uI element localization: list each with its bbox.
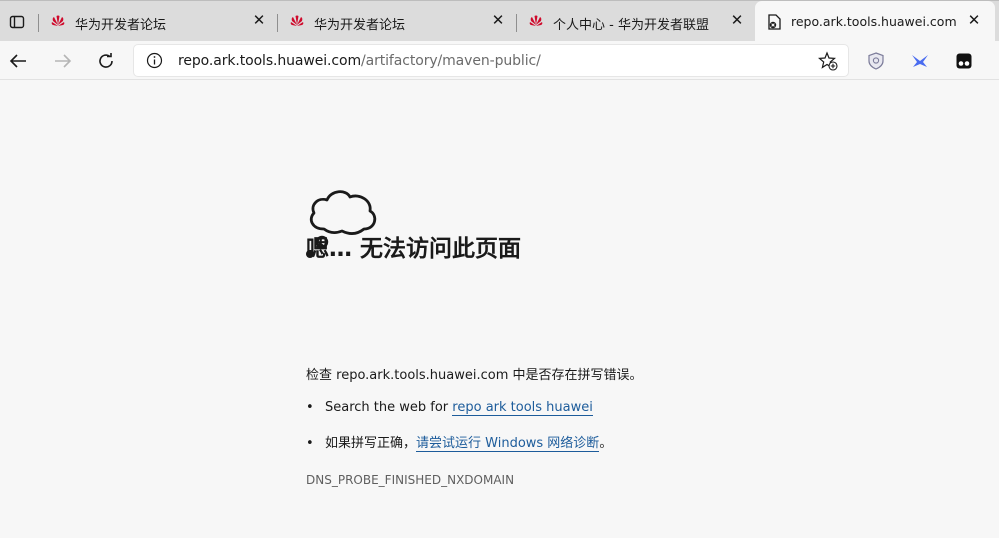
tab-close-button[interactable]: ✕ xyxy=(967,13,981,28)
refresh-icon xyxy=(99,53,113,68)
bullet-dot: • xyxy=(306,436,314,451)
tab-repo-active[interactable]: repo.ark.tools.huawei.com ✕ xyxy=(755,1,995,42)
diagnostics-suffix: 。 xyxy=(599,436,613,451)
search-web-link[interactable]: repo ark tools huawei xyxy=(452,400,593,416)
tab-personal-center[interactable]: 个人中心 - 华为开发者联盟 ✕ xyxy=(516,1,756,42)
url-text[interactable]: repo.ark.tools.huawei.com/artifactory/ma… xyxy=(178,53,541,69)
extension-bird-button[interactable] xyxy=(910,51,930,71)
huawei-logo-icon xyxy=(529,15,543,26)
tab-close-button[interactable]: ✕ xyxy=(252,13,266,28)
bird-icon xyxy=(912,55,928,67)
error-page-icon xyxy=(768,14,781,30)
diagnostics-suggestion: • 如果拼写正确，请尝试运行 Windows 网络诊断。 xyxy=(306,432,613,452)
tab-title: 个人中心 - 华为开发者联盟 xyxy=(553,18,709,33)
tab-actions-icon xyxy=(9,15,25,28)
error-code: DNS_PROBE_FINISHED_NXDOMAIN xyxy=(306,473,515,487)
url-host: repo.ark.tools.huawei.com xyxy=(178,53,361,69)
url-path: /artifactory/maven-public/ xyxy=(361,53,541,69)
tab-huawei-forum-2[interactable]: 华为开发者论坛 ✕ xyxy=(277,1,517,42)
tab-separator xyxy=(277,14,278,32)
tab-actions-button[interactable] xyxy=(0,1,34,42)
tab-huawei-forum-1[interactable]: 华为开发者论坛 ✕ xyxy=(38,1,278,42)
search-suggestion: • Search the web for repo ark tools huawe… xyxy=(306,400,593,416)
tab-close-button[interactable]: ✕ xyxy=(730,13,744,28)
add-favorite-icon[interactable] xyxy=(818,51,838,71)
forward-button[interactable] xyxy=(50,48,76,74)
tab-separator xyxy=(516,14,517,32)
tampermonkey-icon xyxy=(956,53,972,69)
reload-button[interactable] xyxy=(93,48,119,74)
diagnostics-prefix: 如果拼写正确， xyxy=(325,436,417,451)
check-spelling-text: 检查 repo.ark.tools.huawei.com 中是否存在拼写错误。 xyxy=(306,368,643,383)
arrow-right-icon xyxy=(55,54,72,68)
tab-title: 华为开发者论坛 xyxy=(75,18,167,33)
tab-strip: 华为开发者论坛 ✕ 华为开发者论坛 ✕ 个人中心 - 华为开发者联盟 ✕ rep… xyxy=(0,0,999,42)
bullet-dot: • xyxy=(306,400,314,415)
tab-title: repo.ark.tools.huawei.com xyxy=(791,14,957,29)
arrow-left-icon xyxy=(9,54,26,68)
huawei-logo-icon xyxy=(51,15,65,26)
network-diagnostics-link[interactable]: 请尝试运行 Windows 网络诊断 xyxy=(416,436,600,452)
huawei-logo-icon xyxy=(290,15,304,26)
tab-separator xyxy=(38,14,39,32)
tab-close-button[interactable]: ✕ xyxy=(491,13,505,28)
extension-tampermonkey-button[interactable] xyxy=(954,51,974,71)
back-button[interactable] xyxy=(5,48,31,74)
extension-shield-button[interactable] xyxy=(866,51,886,71)
shield-icon xyxy=(868,52,884,70)
error-heading: 嗯… 无法访问此页面 xyxy=(306,236,522,262)
info-icon[interactable] xyxy=(146,52,163,69)
navigation-toolbar: repo.ark.tools.huawei.com/artifactory/ma… xyxy=(0,41,999,80)
error-page xyxy=(0,80,999,538)
search-prefix: Search the web for xyxy=(325,400,453,415)
address-bar[interactable]: repo.ark.tools.huawei.com/artifactory/ma… xyxy=(134,45,848,76)
tab-title: 华为开发者论坛 xyxy=(314,18,406,33)
